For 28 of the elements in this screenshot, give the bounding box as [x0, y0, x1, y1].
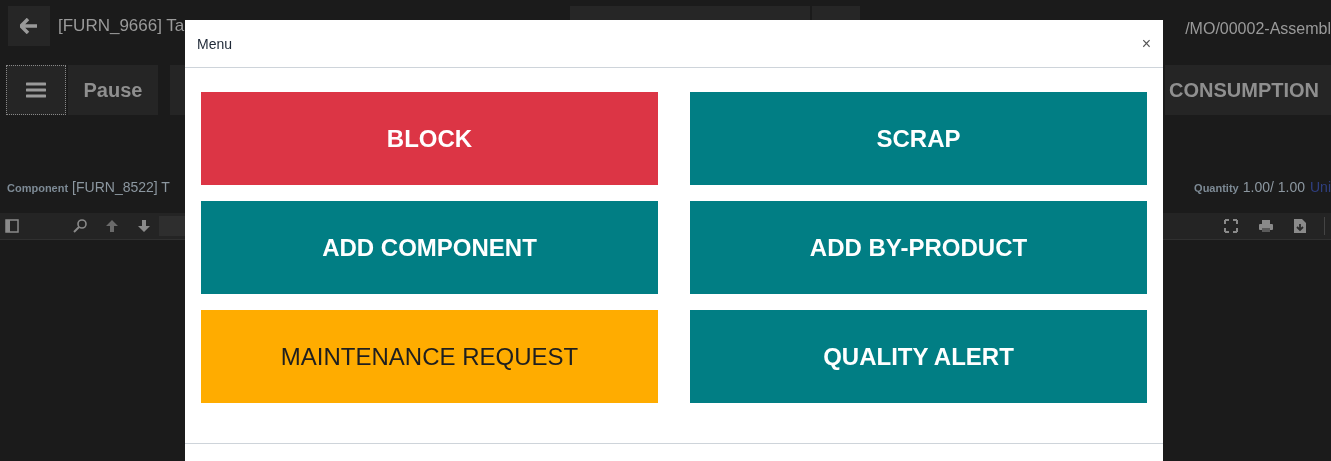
- sidebar-toggle-icon[interactable]: [5, 219, 19, 233]
- search-icon[interactable]: [73, 219, 87, 233]
- workorder-title: [FURN_9666] Ta: [58, 16, 186, 36]
- menu-icon: [26, 82, 46, 98]
- consumption-button[interactable]: CONSUMPTION: [1165, 65, 1331, 115]
- back-button[interactable]: [8, 6, 50, 46]
- menu-button[interactable]: [6, 65, 66, 115]
- menu-action-button[interactable]: MAINTENANCE REQUEST: [201, 310, 658, 403]
- order-reference: /MO/00002-Assembl: [1185, 20, 1331, 38]
- quantity-label: Quantity: [1194, 182, 1239, 194]
- menu-action-button[interactable]: QUALITY ALERT: [690, 310, 1147, 403]
- quantity-value: 1.00/ 1.00: [1242, 179, 1305, 195]
- close-button[interactable]: ×: [1141, 35, 1151, 52]
- print-icon[interactable]: [1258, 219, 1274, 233]
- back-arrow-icon: [20, 18, 38, 34]
- pause-button[interactable]: Pause: [68, 65, 158, 115]
- dialog-title: Menu: [197, 35, 233, 52]
- component-label: Component: [7, 182, 69, 194]
- menu-action-button[interactable]: ADD COMPONENT: [201, 201, 658, 294]
- menu-action-button[interactable]: ADD BY-PRODUCT: [690, 201, 1147, 294]
- quantity-unit: Uni: [1310, 179, 1331, 195]
- menu-action-button[interactable]: SCRAP: [690, 92, 1147, 185]
- fullscreen-icon[interactable]: [1224, 219, 1238, 233]
- menu-action-button[interactable]: BLOCK: [201, 92, 658, 185]
- component-value: [FURN_8522] T: [72, 179, 170, 195]
- up-arrow-icon[interactable]: [105, 219, 119, 233]
- download-icon[interactable]: [1294, 219, 1306, 233]
- down-arrow-icon[interactable]: [137, 219, 151, 233]
